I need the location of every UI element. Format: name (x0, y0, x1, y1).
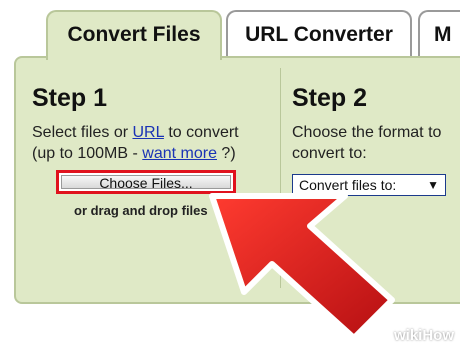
wikihow-watermark: wikiHow (393, 327, 454, 344)
tab-convert-files[interactable]: Convert Files (46, 10, 222, 60)
